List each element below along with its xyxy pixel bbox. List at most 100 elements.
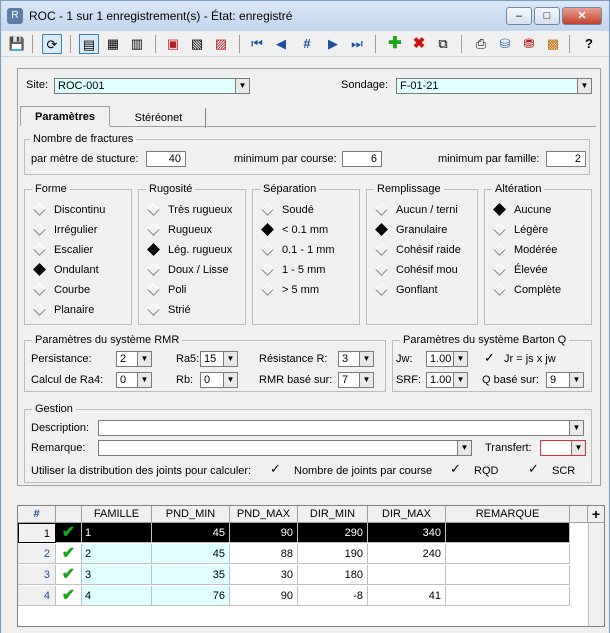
export-icon[interactable]: ▣	[163, 34, 183, 54]
remplissage-option[interactable]: Cohésif mou	[374, 263, 458, 277]
min-famille-field[interactable]: 2	[546, 151, 586, 167]
forme-option[interactable]: Irrégulier	[32, 223, 97, 237]
refresh-icon[interactable]: ⟳	[42, 34, 62, 54]
record-number-icon[interactable]: #	[297, 34, 317, 54]
table-cell-dir-min[interactable]: 290	[298, 523, 368, 543]
column-header[interactable]: REMARQUE	[446, 506, 570, 523]
jr-checkbox[interactable]: ✓	[484, 351, 500, 365]
separation-option[interactable]: < 0.1 mm	[260, 223, 328, 237]
table-cell-dir-max[interactable]: 41	[368, 586, 446, 606]
table-cell-remarque[interactable]	[446, 565, 570, 585]
help-icon[interactable]: ?	[579, 34, 599, 54]
table-cell-famille[interactable]: 2	[82, 544, 152, 564]
alteration-option[interactable]: Modérée	[492, 243, 557, 257]
vertical-scrollbar[interactable]	[588, 523, 604, 626]
srf-select[interactable]: 1.00 ▼	[426, 372, 468, 388]
chevron-down-icon[interactable]: ▼	[235, 79, 249, 93]
jw-select[interactable]: 1.00 ▼	[426, 351, 468, 367]
transfert-select[interactable]: ▼	[540, 440, 586, 456]
par-metre-field[interactable]: 40	[146, 151, 186, 167]
table-cell-dir-max[interactable]: 240	[368, 544, 446, 564]
nombre-joints-checkbox[interactable]: ✓	[270, 462, 286, 476]
import-icon[interactable]: ▧	[187, 34, 207, 54]
separation-option[interactable]: Soudé	[260, 203, 314, 217]
save-icon[interactable]: 💾	[7, 34, 27, 54]
remplissage-option[interactable]: Aucun / terni	[374, 203, 458, 217]
table-view-icon[interactable]: ▦	[103, 34, 123, 54]
row-number[interactable]: 4	[18, 586, 56, 606]
table-cell-pnd-min[interactable]: 45	[152, 523, 230, 543]
column-header[interactable]	[56, 506, 82, 523]
sondage-select[interactable]: F-01-21 ▼	[396, 78, 592, 94]
forme-option[interactable]: Planaire	[32, 303, 94, 317]
table-cell-pnd-min[interactable]: 45	[152, 544, 230, 564]
description-select[interactable]: ▼	[98, 420, 584, 436]
calcul-ra4-select[interactable]: 0 ▼	[116, 372, 152, 388]
list-view-icon[interactable]: ▥	[127, 34, 147, 54]
table-cell-remarque[interactable]	[446, 544, 570, 564]
rugosite-option[interactable]: Très rugueux	[146, 203, 232, 217]
rugosite-option[interactable]: Doux / Lisse	[146, 263, 229, 277]
remplissage-option[interactable]: Gonflant	[374, 283, 438, 297]
tab-stereonet[interactable]: Stéréonet	[112, 108, 206, 128]
form-view-icon[interactable]: ▤	[79, 34, 99, 54]
delete-file-icon[interactable]: ▨	[211, 34, 231, 54]
table-cell-pnd-max[interactable]: 88	[230, 544, 298, 564]
table-cell-pnd-min[interactable]: 35	[152, 565, 230, 585]
column-header[interactable]: #	[18, 506, 56, 523]
alteration-option[interactable]: Aucune	[492, 203, 551, 217]
row-number[interactable]: 2	[18, 544, 56, 564]
table-cell-dir-min[interactable]: 180	[298, 565, 368, 585]
row-number[interactable]: 3	[18, 565, 56, 585]
rugosite-option[interactable]: Strié	[146, 303, 191, 317]
next-record-icon[interactable]: ▶	[323, 34, 343, 54]
forme-option[interactable]: Ondulant	[32, 263, 99, 277]
table-cell-pnd-max[interactable]: 90	[230, 523, 298, 543]
min-course-field[interactable]: 6	[342, 151, 382, 167]
ra5-select[interactable]: 15 ▼	[200, 351, 238, 367]
rugosite-option[interactable]: Poli	[146, 283, 186, 297]
table-cell-dir-max[interactable]: 340	[368, 523, 446, 543]
table-cell-famille[interactable]: 3	[82, 565, 152, 585]
column-header[interactable]: PND_MIN	[152, 506, 230, 523]
table-cell-dir-min[interactable]: -8	[298, 586, 368, 606]
close-button[interactable]: ✕	[562, 7, 602, 25]
remplissage-option[interactable]: Cohésif raide	[374, 243, 461, 257]
table-cell-remarque[interactable]	[446, 586, 570, 606]
rb-select[interactable]: 0 ▼	[200, 372, 238, 388]
rmr-base-select[interactable]: 7 ▼	[338, 372, 374, 388]
add-record-icon[interactable]: ✚	[385, 34, 405, 54]
grid-color-icon[interactable]: ▩	[543, 34, 563, 54]
table-cell-remarque[interactable]	[446, 523, 570, 543]
tab-parametres[interactable]: Paramètres	[20, 106, 110, 126]
scr-checkbox[interactable]: ✓	[528, 462, 544, 476]
chevron-down-icon[interactable]: ▼	[577, 79, 591, 93]
alteration-option[interactable]: Légère	[492, 223, 548, 237]
resistance-select[interactable]: 3 ▼	[338, 351, 374, 367]
table-cell-pnd-max[interactable]: 90	[230, 586, 298, 606]
table-cell-pnd-min[interactable]: 76	[152, 586, 230, 606]
remarque-select[interactable]: ▼	[98, 440, 472, 456]
copy-record-icon[interactable]: ⧉	[433, 34, 453, 54]
separation-option[interactable]: 0.1 - 1 mm	[260, 243, 335, 257]
database-icon[interactable]: ⛁	[495, 34, 515, 54]
separation-option[interactable]: 1 - 5 mm	[260, 263, 325, 277]
table-cell-famille[interactable]: 1	[82, 523, 152, 543]
forme-option[interactable]: Courbe	[32, 283, 90, 297]
alteration-option[interactable]: Élevée	[492, 263, 548, 277]
column-header[interactable]: PND_MAX	[230, 506, 298, 523]
table-cell-dir-max[interactable]	[368, 565, 446, 585]
row-number[interactable]: 1	[18, 523, 56, 543]
q-base-select[interactable]: 9 ▼	[546, 372, 584, 388]
minimize-button[interactable]: –	[506, 7, 532, 25]
separation-option[interactable]: > 5 mm	[260, 283, 319, 297]
column-header[interactable]: DIR_MIN	[298, 506, 368, 523]
rugosite-option[interactable]: Lég. rugueux	[146, 243, 232, 257]
site-select[interactable]: ROC-001 ▼	[54, 78, 250, 94]
maximize-button[interactable]: □	[534, 7, 560, 25]
table-cell-pnd-max[interactable]: 30	[230, 565, 298, 585]
remplissage-option[interactable]: Granulaire	[374, 223, 447, 237]
persistance-select[interactable]: 2 ▼	[116, 351, 152, 367]
delete-record-icon[interactable]: ✖	[409, 34, 429, 54]
first-record-icon[interactable]: ⏮	[247, 34, 267, 54]
